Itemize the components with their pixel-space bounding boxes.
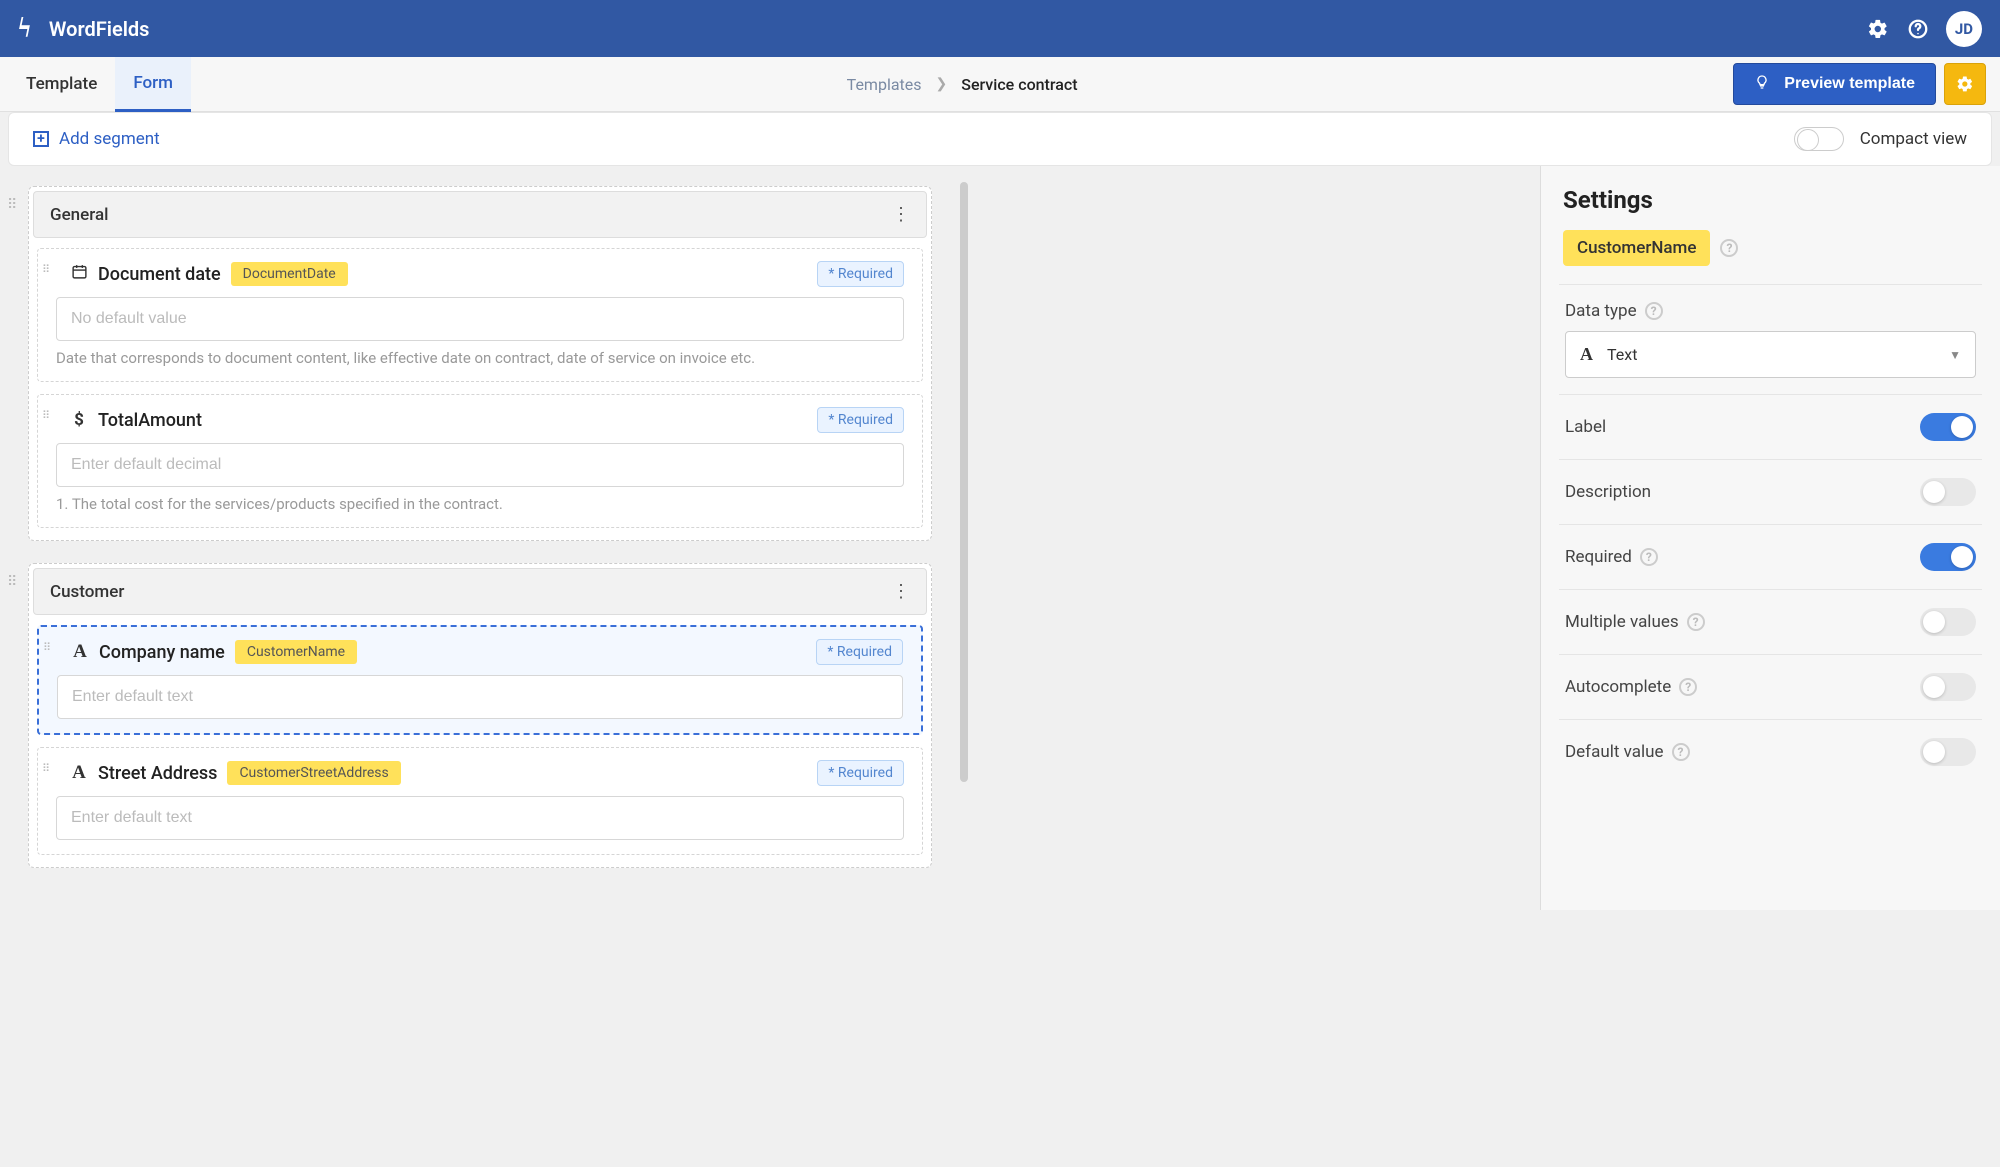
required-badge: * Required [817,760,904,786]
segment-header[interactable]: Customer ⋮ [33,568,927,615]
toggle-autocomplete-label: Autocomplete [1565,677,1671,697]
segment-title: General [50,205,108,225]
tab-form[interactable]: Form [115,57,191,112]
field-company-name[interactable]: ⠿ A Company name CustomerName * Required [37,625,923,735]
plus-icon: + [33,131,49,147]
segment-customer: ⠿ Customer ⋮ ⠿ A Company name CustomerNa… [28,563,932,868]
help-icon[interactable]: ? [1640,548,1658,566]
add-segment-button[interactable]: + Add segment [33,129,160,149]
default-value-input[interactable] [56,297,904,341]
add-segment-label: Add segment [59,129,160,149]
field-label: Street Address [98,763,217,784]
default-value-input[interactable] [56,443,904,487]
chevron-down-icon: ▼ [1949,348,1961,362]
compact-view-switch[interactable] [1794,127,1844,151]
form-canvas: ⠿ General ⋮ ⠿ Document date DocumentDate… [0,166,960,910]
field-label: TotalAmount [98,410,202,431]
field-document-date[interactable]: ⠿ Document date DocumentDate * Required … [37,248,923,382]
drag-handle-icon[interactable]: ⠿ [42,762,51,775]
selected-field-tag: CustomerName [1563,230,1710,266]
datatype-label: Data type [1565,301,1637,321]
help-icon[interactable]: ? [1687,613,1705,631]
lightbulb-icon [1754,74,1770,95]
drag-handle-icon[interactable]: ⠿ [42,409,51,422]
field-tag: DocumentDate [231,262,348,286]
drag-handle-icon[interactable]: ⠿ [7,574,18,590]
required-badge: * Required [817,261,904,287]
avatar[interactable]: JD [1946,11,1982,47]
required-badge: * Required [816,639,903,665]
field-street-address[interactable]: ⠿ A Street Address CustomerStreetAddress… [37,747,923,855]
field-tag: CustomerName [235,640,357,664]
segment-general: ⠿ General ⋮ ⠿ Document date DocumentDate… [28,186,932,541]
field-label: Company name [99,642,225,663]
toggle-multiple-values[interactable] [1920,608,1976,636]
datatype-select[interactable]: A Text ▼ [1565,331,1976,378]
tab-template[interactable]: Template [8,57,115,112]
drag-handle-icon[interactable]: ⠿ [42,263,51,276]
app-name: WordFields [49,17,150,41]
help-icon[interactable] [1898,9,1938,49]
compact-view-label: Compact view [1860,129,1967,149]
dollar-icon: $ [70,410,88,430]
more-icon[interactable]: ⋮ [892,581,910,602]
toggle-required[interactable] [1920,543,1976,571]
field-total-amount[interactable]: ⠿ $ TotalAmount * Required 1. The total … [37,394,923,528]
default-value-input[interactable] [56,796,904,840]
help-icon[interactable]: ? [1679,678,1697,696]
preview-label: Preview template [1784,75,1915,93]
breadcrumb-current: Service contract [961,75,1077,94]
field-tag: CustomerStreetAddress [227,761,400,785]
toggle-required-label: Required [1565,547,1632,567]
field-help: 1. The total cost for the services/produ… [56,495,904,513]
settings-title: Settings [1559,186,1982,214]
help-icon[interactable]: ? [1645,302,1663,320]
sub-toolbar: + Add segment Compact view [8,112,1992,166]
preview-template-button[interactable]: Preview template [1733,63,1936,105]
calendar-icon [70,263,88,285]
text-icon: A [70,762,88,784]
app-header: ϟ WordFields JD [0,0,2000,57]
logo-icon: ϟ [18,13,31,45]
toggle-autocomplete[interactable] [1920,673,1976,701]
field-label: Document date [98,264,221,285]
drag-handle-icon[interactable]: ⠿ [43,641,52,654]
text-icon: A [1580,344,1593,365]
help-icon[interactable]: ? [1672,743,1690,761]
more-icon[interactable]: ⋮ [892,204,910,225]
toggle-label[interactable] [1920,413,1976,441]
toolbar: Template Form Templates ❯ Service contra… [0,57,2000,112]
scrollbar[interactable] [960,182,968,782]
toggle-description[interactable] [1920,478,1976,506]
required-badge: * Required [817,407,904,433]
drag-handle-icon[interactable]: ⠿ [7,197,18,213]
breadcrumb: Templates ❯ Service contract [191,75,1733,94]
toggle-label-label: Label [1565,417,1606,437]
help-icon[interactable]: ? [1720,239,1738,257]
breadcrumb-templates[interactable]: Templates [847,75,922,94]
toggle-multiple-label: Multiple values [1565,612,1679,632]
segment-title: Customer [50,582,124,602]
segment-header[interactable]: General ⋮ [33,191,927,238]
text-icon: A [71,641,89,663]
toggle-description-label: Description [1565,482,1651,502]
toggle-default-value-label: Default value [1565,742,1664,762]
datatype-value: Text [1607,345,1637,364]
gear-icon[interactable] [1858,9,1898,49]
default-value-input[interactable] [57,675,903,719]
toggle-default-value[interactable] [1920,738,1976,766]
field-help: Date that corresponds to document conten… [56,349,904,367]
chevron-right-icon: ❯ [936,76,948,92]
settings-sidebar: Settings CustomerName ? Data type ? A Te… [1540,166,2000,910]
template-settings-button[interactable] [1944,63,1986,105]
